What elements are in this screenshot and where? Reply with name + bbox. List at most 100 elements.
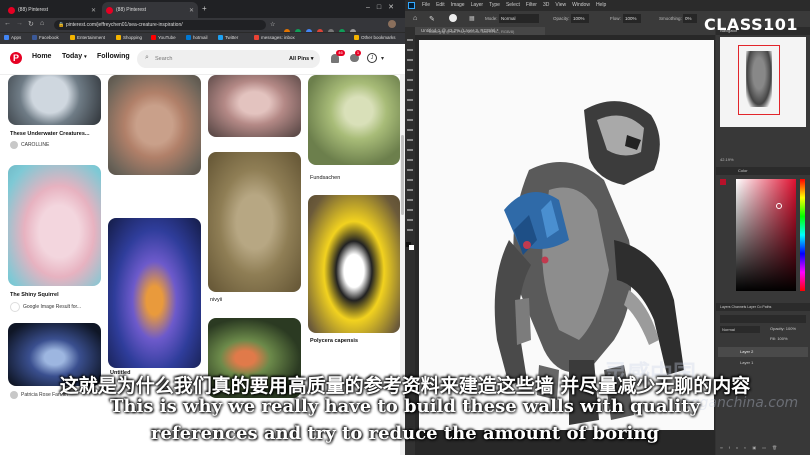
navigator-preview[interactable] [720, 37, 806, 127]
pin-image[interactable] [108, 218, 201, 368]
brush-preset-icon[interactable] [449, 14, 457, 22]
menu-window[interactable]: Window [572, 2, 590, 8]
mode-select[interactable]: Normal [499, 14, 539, 23]
pin-image[interactable] [308, 75, 400, 165]
close-icon[interactable]: ✕ [91, 7, 96, 14]
pin-caption[interactable]: The Shiny Squirrel [10, 292, 59, 298]
forward-icon[interactable]: → [16, 20, 23, 27]
pin-caption[interactable]: These Underwater Creatures... [10, 131, 89, 137]
bookmark-apps[interactable]: Apps [4, 35, 21, 40]
pin-author[interactable]: CAROLLINE [10, 141, 49, 149]
browser-tab-2[interactable]: (88) Pinterest ✕ [102, 2, 198, 18]
menu-select[interactable]: Select [506, 2, 520, 8]
menu-edit[interactable]: Edit [436, 2, 445, 8]
reload-icon[interactable]: ↻ [28, 20, 34, 28]
bookmark-label: Shopping [123, 35, 143, 40]
pin-caption[interactable]: Polycera capensis [310, 338, 358, 344]
menu-filter[interactable]: Filter [526, 2, 537, 8]
back-icon[interactable]: ← [4, 20, 11, 27]
bookmark-twitter[interactable]: Twitter [218, 35, 238, 40]
pin-image[interactable] [208, 152, 301, 292]
menu-image[interactable]: Image [451, 2, 465, 8]
color-picker-cursor[interactable] [776, 203, 782, 209]
menu-layer[interactable]: Layer [471, 2, 484, 8]
subtitle-english-line-2: references and try to reduce the amount … [150, 423, 660, 444]
pin-caption[interactable]: Fundsachen [310, 175, 340, 181]
bookmark-messages[interactable]: messages: inbox [254, 35, 295, 40]
color-picker-field[interactable] [736, 179, 796, 291]
brush-settings-icon[interactable]: ▦ [469, 15, 475, 22]
layers-panel-tabs[interactable]: Layers Channels Layer Co Paths [716, 303, 810, 311]
opacity-input[interactable]: 100% [571, 14, 589, 23]
nav-home[interactable]: Home [32, 53, 51, 60]
menu-view[interactable]: View [555, 2, 566, 8]
account-menu-icon[interactable]: ▾ [381, 55, 384, 62]
bookmarks-bar: Apps Facebook Entertainment Shopping You… [0, 32, 405, 44]
bookmark-entertainment[interactable]: Entertainment [70, 35, 105, 40]
home-icon[interactable]: ⌂ [40, 20, 44, 27]
window-controls[interactable]: –□✕ [366, 3, 401, 11]
folder-icon [70, 35, 75, 40]
subtitle-chinese: 这就是为什么我们真的要用高质量的参考资料来建造这些墙 并尽量减少无聊的内容 [59, 375, 751, 397]
google-icon [10, 302, 20, 312]
background-color-swatch[interactable] [409, 245, 414, 250]
other-bookmarks[interactable]: Other bookmarks [354, 35, 396, 40]
color-panel-tab[interactable]: Color [716, 167, 810, 175]
pin-image[interactable] [308, 195, 400, 333]
search-input[interactable]: Search [155, 56, 172, 62]
new-tab-icon[interactable]: + [202, 4, 207, 13]
search-bar[interactable]: ⌕ Search All Pins ▾ [137, 50, 320, 68]
pin-image[interactable] [8, 165, 101, 286]
hue-slider[interactable] [800, 179, 805, 291]
smoothing-label: Smoothing: [659, 16, 682, 21]
menu-bar: File Edit Image Layer Type Select Filter… [405, 0, 810, 11]
pinterest-icon [8, 6, 15, 14]
layer-row[interactable]: Layer 1 [718, 358, 808, 368]
pin-image[interactable] [208, 75, 301, 137]
brush-tool-icon[interactable]: ✎ [429, 15, 435, 23]
pin-image[interactable] [8, 75, 101, 125]
smoothing-input[interactable]: 0% [683, 14, 697, 23]
menu-help[interactable]: Help [596, 2, 606, 8]
foreground-color-swatch[interactable] [720, 179, 726, 185]
bookmark-youtube[interactable]: YouTube [151, 35, 176, 40]
nav-today[interactable]: Today ▾ [62, 53, 87, 60]
pinterest-logo-icon[interactable]: P [10, 52, 22, 64]
pin-caption[interactable]: nivyii [210, 297, 222, 303]
tab-label: (88) Pinterest [116, 7, 147, 13]
close-icon[interactable]: ✕ [189, 7, 194, 14]
star-icon[interactable]: ☆ [270, 21, 275, 28]
bookmark-facebook[interactable]: Facebook [32, 35, 59, 40]
twitter-icon [218, 35, 223, 40]
nav-today-label: Today [62, 53, 83, 60]
flow-input[interactable]: 100% [623, 14, 641, 23]
subtitle-english-line-1: This is why we really have to build thes… [110, 396, 700, 417]
scrollbar-thumb[interactable] [401, 135, 404, 215]
tab-label: (88) Pinterest [18, 7, 49, 13]
profile-avatar[interactable] [388, 20, 396, 28]
tool-icons[interactable] [407, 35, 413, 235]
bookmark-label: Other bookmarks [361, 35, 396, 40]
all-pins-filter[interactable]: All Pins ▾ [289, 56, 313, 62]
layer-row-active[interactable]: Layer 2 [718, 347, 808, 357]
extension-icons[interactable] [284, 22, 384, 35]
menu-type[interactable]: Type [489, 2, 500, 8]
browser-tab-1[interactable]: (88) Pinterest ✕ [4, 2, 100, 18]
zoom-level[interactable]: 42.19% [720, 157, 734, 162]
layer-fill[interactable]: Fill: 100% [770, 336, 788, 341]
pin-image[interactable] [108, 75, 201, 175]
home-icon[interactable]: ⌂ [413, 15, 417, 22]
search-icon: ⌕ [145, 54, 149, 61]
blend-mode-select[interactable]: Normal [720, 326, 760, 333]
menu-3d[interactable]: 3D [543, 2, 549, 8]
bookmark-shopping[interactable]: Shopping [116, 35, 142, 40]
layer-filter-row[interactable] [720, 315, 806, 323]
pin-author[interactable]: Google Image Result for... [10, 302, 81, 312]
profile-avatar[interactable]: J [367, 53, 377, 63]
layer-opacity[interactable]: Opacity: 100% [770, 326, 796, 331]
address-bar[interactable]: 🔒 pinterest.com/jeffreychen01/sea-creatu… [54, 20, 266, 30]
menu-file[interactable]: File [422, 2, 430, 8]
bookmark-hotmail[interactable]: hotmail [186, 35, 208, 40]
layer-actions-icons[interactable]: ∞fx◐▣▭🗑 [720, 445, 806, 451]
nav-following[interactable]: Following [97, 53, 130, 60]
